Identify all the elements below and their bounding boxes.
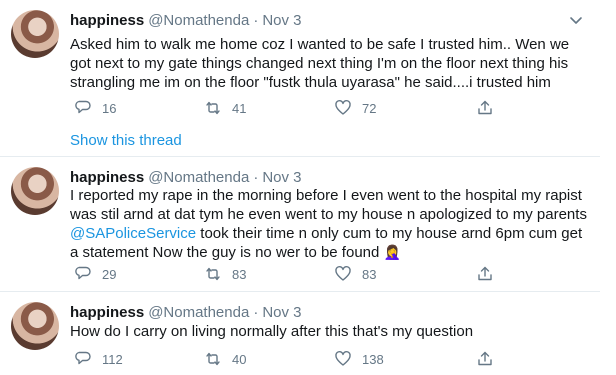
heart-icon <box>335 100 351 115</box>
share-button[interactable] <box>476 98 504 118</box>
reply-count: 16 <box>102 100 117 116</box>
tweet-text: How do I carry on living normally after … <box>70 323 474 340</box>
display-name[interactable]: happiness <box>70 12 144 29</box>
reply-icon <box>75 351 91 365</box>
tweet-text: I reported my rape in the morning before… <box>70 186 590 262</box>
tweet-header: happiness @Nomathenda · Nov 3 <box>70 303 302 323</box>
tweet[interactable]: happiness @Nomathenda · Nov 3 I reported my… <box>0 157 600 292</box>
tweet-header: happiness @Nomathenda · Nov 3 <box>70 168 302 188</box>
tweet-actions: 29 83 83 <box>70 264 590 284</box>
mention-link[interactable]: @SAPoliceService <box>70 225 196 242</box>
like-count: 72 <box>362 100 377 116</box>
share-icon <box>478 351 492 366</box>
reply-icon <box>75 266 91 280</box>
retweet-count: 41 <box>232 100 247 116</box>
reply-count: 112 <box>102 351 123 367</box>
tweet-date[interactable]: Nov 3 <box>262 304 301 321</box>
reply-button[interactable]: 112 <box>74 349 123 369</box>
tweet[interactable]: happiness @Nomathenda · Nov 3 How do I carr… <box>0 292 600 375</box>
share-button[interactable] <box>476 264 504 284</box>
tweet-header: happiness @Nomathenda · Nov 3 <box>70 11 302 31</box>
user-handle[interactable]: @Nomathenda <box>148 304 249 321</box>
like-count: 83 <box>362 266 377 282</box>
retweet-count: 83 <box>232 266 247 282</box>
retweet-button[interactable]: 83 <box>204 264 246 284</box>
avatar[interactable] <box>11 10 59 58</box>
share-button[interactable] <box>476 349 504 369</box>
tweet-text: Asked him to walk me home coz I wanted t… <box>70 36 570 91</box>
like-button[interactable]: 83 <box>334 264 376 284</box>
share-icon <box>478 266 492 281</box>
chevron-down-icon[interactable] <box>568 12 584 28</box>
like-button[interactable]: 72 <box>334 98 376 118</box>
retweet-icon <box>206 352 220 366</box>
retweet-count: 40 <box>232 351 247 367</box>
reply-count: 29 <box>102 266 117 282</box>
separator-dot: · <box>253 304 259 321</box>
facepalm-emoji: 🤦‍♀️ <box>383 244 401 260</box>
tweet-date[interactable]: Nov 3 <box>262 169 301 186</box>
tweet[interactable]: happiness @Nomathenda · Nov 3 Asked him to … <box>0 0 600 157</box>
heart-icon <box>335 351 351 366</box>
tweet-text-part: I reported my rape in the morning before… <box>70 187 587 223</box>
reply-button[interactable]: 16 <box>74 98 116 118</box>
display-name[interactable]: happiness <box>70 304 144 321</box>
retweet-icon <box>206 267 220 281</box>
share-icon <box>478 100 492 115</box>
heart-icon <box>335 266 351 281</box>
display-name[interactable]: happiness <box>70 169 144 186</box>
separator-dot: · <box>253 169 259 186</box>
retweet-button[interactable]: 41 <box>204 98 246 118</box>
user-handle[interactable]: @Nomathenda <box>148 12 249 29</box>
reply-button[interactable]: 29 <box>74 264 116 284</box>
like-count: 138 <box>362 351 384 367</box>
separator-dot: · <box>253 12 259 29</box>
tweet-actions: 112 40 138 <box>70 349 590 369</box>
avatar[interactable] <box>11 167 59 215</box>
like-button[interactable]: 138 <box>334 349 384 369</box>
tweet-date[interactable]: Nov 3 <box>262 12 301 29</box>
retweet-button[interactable]: 40 <box>204 349 246 369</box>
reply-icon <box>75 100 91 114</box>
avatar[interactable] <box>11 302 59 350</box>
show-thread-link[interactable]: Show this thread <box>70 132 182 149</box>
retweet-icon <box>206 101 220 115</box>
tweet-actions: 16 41 72 <box>70 98 590 118</box>
user-handle[interactable]: @Nomathenda <box>148 169 249 186</box>
